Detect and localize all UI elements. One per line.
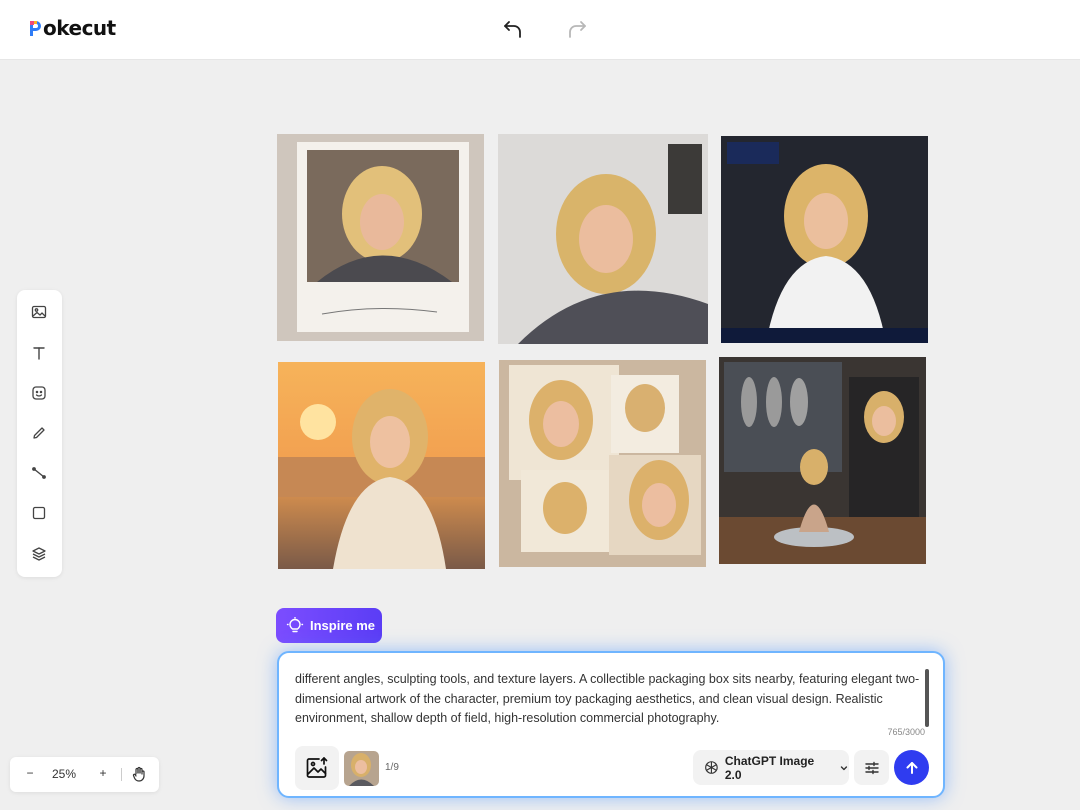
pokecut-logo[interactable]: okecut xyxy=(28,16,116,40)
gallery-image-couch[interactable] xyxy=(498,134,708,344)
prompt-panel: different angles, sculpting tools, and t… xyxy=(277,651,945,798)
char-counter: 765/3000 xyxy=(887,727,925,737)
gallery-image-polaroid[interactable] xyxy=(277,134,484,341)
pen-tool[interactable] xyxy=(28,422,50,444)
line-icon xyxy=(32,467,46,479)
zoom-level[interactable]: 25% xyxy=(52,767,76,781)
layers-icon xyxy=(32,547,46,561)
inspire-me-button[interactable]: Inspire me xyxy=(276,608,382,643)
lightbulb-icon xyxy=(286,616,304,632)
logo-text: okecut xyxy=(43,16,116,40)
gallery-image-stadium[interactable] xyxy=(721,136,928,343)
undo-icon xyxy=(504,21,521,38)
reference-thumbnail[interactable] xyxy=(344,751,379,786)
gallery-image-collage[interactable] xyxy=(499,360,706,567)
image-upload-icon xyxy=(306,757,328,778)
image-icon xyxy=(31,305,47,319)
chevron-down-icon xyxy=(840,765,848,770)
logo-mark-icon xyxy=(28,19,42,37)
rectangle-icon xyxy=(32,506,46,520)
sticker-icon xyxy=(32,386,46,400)
zoom-in-button[interactable]: + xyxy=(96,766,110,780)
pen-icon xyxy=(33,427,45,439)
redo-icon xyxy=(569,21,586,38)
line-tool[interactable] xyxy=(28,462,50,484)
settings-button[interactable] xyxy=(854,750,889,785)
model-selector[interactable]: ChatGPT Image 2.0 xyxy=(693,750,849,785)
sliders-icon xyxy=(864,761,879,774)
hand-icon xyxy=(132,766,145,782)
zoom-control: − 25% + xyxy=(10,757,159,792)
prompt-input[interactable]: different angles, sculpting tools, and t… xyxy=(295,670,920,729)
undo-button[interactable] xyxy=(497,14,527,44)
zoom-out-button[interactable]: − xyxy=(23,766,37,780)
prompt-scrollbar[interactable] xyxy=(925,669,929,727)
send-button[interactable] xyxy=(894,750,929,785)
left-toolbar xyxy=(17,290,62,577)
gallery-image-sunset[interactable] xyxy=(278,362,485,569)
text-tool[interactable] xyxy=(28,342,50,364)
text-icon xyxy=(33,347,45,360)
rectangle-tool[interactable] xyxy=(28,502,50,524)
gallery-image-figurine[interactable] xyxy=(719,357,926,564)
image-tool[interactable] xyxy=(28,301,50,323)
image-count: 1/9 xyxy=(385,762,399,773)
redo-button[interactable] xyxy=(563,14,593,44)
pan-tool-button[interactable] xyxy=(132,766,146,785)
openai-icon xyxy=(705,761,718,774)
zoom-divider xyxy=(121,768,122,781)
top-bar: okecut xyxy=(0,0,1080,60)
inspire-me-label: Inspire me xyxy=(310,618,376,633)
layers-tool[interactable] xyxy=(28,543,50,565)
upload-image-button[interactable] xyxy=(295,746,339,790)
sticker-tool[interactable] xyxy=(28,382,50,404)
model-label: ChatGPT Image 2.0 xyxy=(724,753,815,782)
arrow-up-icon xyxy=(906,761,917,774)
